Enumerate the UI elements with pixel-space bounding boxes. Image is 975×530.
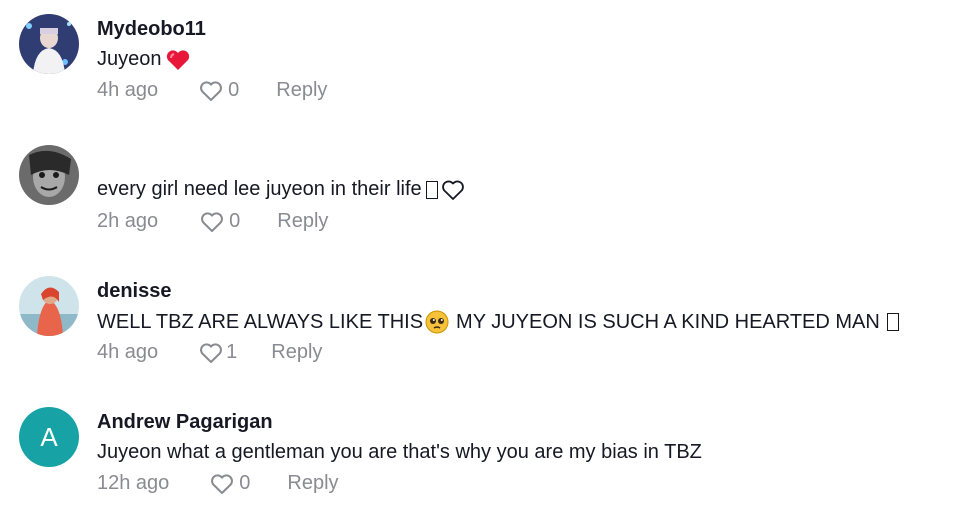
heart-outline-icon bbox=[211, 473, 234, 494]
avatar[interactable] bbox=[19, 276, 79, 336]
avatar[interactable] bbox=[19, 145, 79, 205]
missing-glyph-icon bbox=[886, 313, 899, 331]
like-count: 0 bbox=[229, 210, 241, 232]
heart-outline-icon bbox=[201, 211, 224, 232]
comment-time: 4h ago bbox=[97, 341, 159, 363]
comment-meta: 4h ago 0 Reply bbox=[97, 79, 327, 102]
like-count: 0 bbox=[228, 79, 240, 101]
like-button[interactable]: 0 bbox=[210, 472, 250, 495]
like-count: 0 bbox=[239, 472, 251, 494]
comment-time: 4h ago bbox=[97, 79, 159, 101]
comment-time: 2h ago bbox=[97, 210, 159, 232]
reply-button[interactable]: Reply bbox=[271, 341, 322, 364]
heart-outline-emoji-icon bbox=[441, 179, 465, 201]
comment-text: WELL TBZ ARE ALWAYS LIKE THIS MY JUYEON … bbox=[97, 310, 899, 334]
avatar[interactable]: A bbox=[19, 407, 79, 467]
like-button[interactable]: 1 bbox=[199, 341, 237, 364]
comment-username[interactable]: Mydeobo11 bbox=[97, 18, 206, 41]
comment-time: 12h ago bbox=[97, 472, 170, 494]
comment-meta: 2h ago 0 Reply bbox=[97, 210, 328, 233]
avatar[interactable] bbox=[19, 14, 79, 74]
comment-text: every girl need lee juyeon in their life bbox=[97, 178, 465, 201]
like-count: 1 bbox=[226, 341, 238, 363]
comment-username[interactable]: denisse bbox=[97, 280, 171, 303]
heart-outline-icon bbox=[200, 342, 223, 363]
missing-glyph-icon bbox=[425, 180, 438, 199]
reply-button[interactable]: Reply bbox=[287, 472, 338, 495]
reply-button[interactable]: Reply bbox=[277, 210, 328, 233]
comment-meta: 4h ago 1 Reply bbox=[97, 341, 322, 364]
comment-username[interactable]: Andrew Pagarigan bbox=[97, 411, 273, 434]
reply-button[interactable]: Reply bbox=[276, 79, 327, 102]
comment-text: Juyeon bbox=[97, 48, 191, 71]
pleading-face-emoji-icon bbox=[425, 310, 449, 334]
red-heart-emoji-icon bbox=[165, 49, 191, 71]
like-button[interactable]: 0 bbox=[200, 210, 240, 233]
like-button[interactable]: 0 bbox=[199, 79, 239, 102]
heart-outline-icon bbox=[200, 80, 223, 101]
comment-meta: 12h ago 0 Reply bbox=[97, 472, 339, 495]
comment-text: Juyeon what a gentleman you are that's w… bbox=[97, 441, 702, 463]
